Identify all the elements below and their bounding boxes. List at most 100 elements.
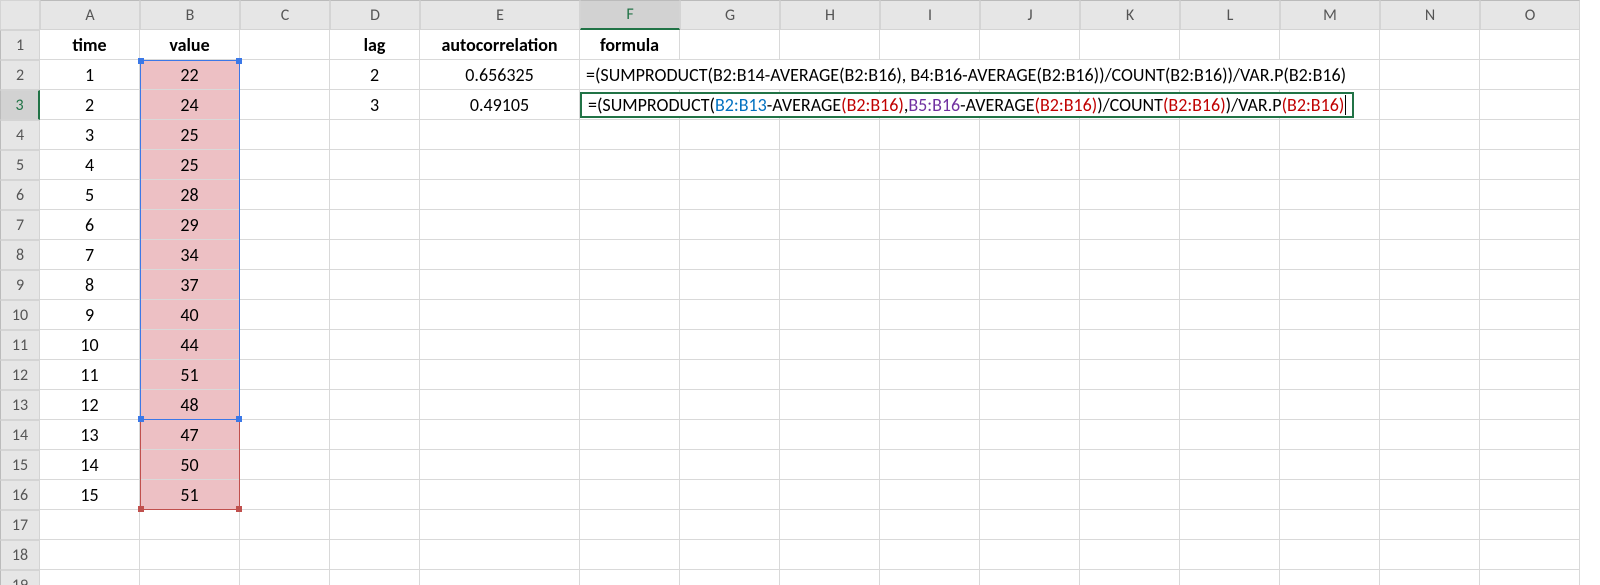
column-header-M[interactable]: M [1280,0,1380,30]
cell-C3[interactable] [240,90,330,120]
column-header-B[interactable]: B [140,0,240,30]
row-header-1[interactable]: 1 [0,30,40,60]
cell-B4[interactable]: 25 [140,120,240,150]
cell-D8[interactable] [330,240,420,270]
cell-O18[interactable] [1480,540,1580,570]
row-header-16[interactable]: 16 [0,480,40,510]
cell-C2[interactable] [240,60,330,90]
cell-C19[interactable] [240,570,330,585]
cell-C14[interactable] [240,420,330,450]
cell-J4[interactable] [980,120,1080,150]
cell-G19[interactable] [680,570,780,585]
cell-J1[interactable] [980,30,1080,60]
cell-I9[interactable] [880,270,980,300]
cell-J8[interactable] [980,240,1080,270]
cell-K16[interactable] [1080,480,1180,510]
cell-E1[interactable]: autocorrelation [420,30,580,60]
cell-H13[interactable] [780,390,880,420]
cell-G13[interactable] [680,390,780,420]
cell-D9[interactable] [330,270,420,300]
cell-C8[interactable] [240,240,330,270]
cell-C10[interactable] [240,300,330,330]
cell-O7[interactable] [1480,210,1580,240]
cell-M9[interactable] [1280,270,1380,300]
cell-L18[interactable] [1180,540,1280,570]
cell-B6[interactable]: 28 [140,180,240,210]
cell-F9[interactable] [580,270,680,300]
cell-M18[interactable] [1280,540,1380,570]
cell-O4[interactable] [1480,120,1580,150]
cell-J11[interactable] [980,330,1080,360]
cell-O9[interactable] [1480,270,1580,300]
cell-J13[interactable] [980,390,1080,420]
cell-B19[interactable] [140,570,240,585]
cell-G5[interactable] [680,150,780,180]
cell-M1[interactable] [1280,30,1380,60]
cell-E5[interactable] [420,150,580,180]
row-header-5[interactable]: 5 [0,150,40,180]
cell-A7[interactable]: 6 [40,210,140,240]
cell-G9[interactable] [680,270,780,300]
cell-N15[interactable] [1380,450,1480,480]
cell-G14[interactable] [680,420,780,450]
row-header-9[interactable]: 9 [0,270,40,300]
cell-F14[interactable] [580,420,680,450]
cell-O11[interactable] [1480,330,1580,360]
column-header-K[interactable]: K [1080,0,1180,30]
cell-A17[interactable] [40,510,140,540]
cell-J7[interactable] [980,210,1080,240]
cell-A15[interactable]: 14 [40,450,140,480]
cell-B12[interactable]: 51 [140,360,240,390]
cell-L14[interactable] [1180,420,1280,450]
cell-K1[interactable] [1080,30,1180,60]
cell-K11[interactable] [1080,330,1180,360]
cell-O19[interactable] [1480,570,1580,585]
row-header-8[interactable]: 8 [0,240,40,270]
cell-N6[interactable] [1380,180,1480,210]
cell-K15[interactable] [1080,450,1180,480]
cell-C9[interactable] [240,270,330,300]
cell-M14[interactable] [1280,420,1380,450]
cell-F17[interactable] [580,510,680,540]
cell-H19[interactable] [780,570,880,585]
cell-H15[interactable] [780,450,880,480]
cell-F6[interactable] [580,180,680,210]
column-header-F[interactable]: F [580,0,680,30]
cell-B8[interactable]: 34 [140,240,240,270]
cell-N1[interactable] [1380,30,1480,60]
cell-J18[interactable] [980,540,1080,570]
cell-D3[interactable]: 3 [330,90,420,120]
row-header-11[interactable]: 11 [0,330,40,360]
cell-M10[interactable] [1280,300,1380,330]
spreadsheet-grid[interactable]: ABCDEFGHIJKLMNO1timevaluelagautocorrelat… [0,0,1580,585]
cell-I7[interactable] [880,210,980,240]
cell-M17[interactable] [1280,510,1380,540]
cell-L11[interactable] [1180,330,1280,360]
cell-M19[interactable] [1280,570,1380,585]
cell-D12[interactable] [330,360,420,390]
cell-C5[interactable] [240,150,330,180]
cell-A12[interactable]: 11 [40,360,140,390]
cell-A19[interactable] [40,570,140,585]
cell-F15[interactable] [580,450,680,480]
cell-A16[interactable]: 15 [40,480,140,510]
cell-L17[interactable] [1180,510,1280,540]
cell-N14[interactable] [1380,420,1480,450]
cell-H18[interactable] [780,540,880,570]
cell-K12[interactable] [1080,360,1180,390]
cell-L19[interactable] [1180,570,1280,585]
cell-H1[interactable] [780,30,880,60]
row-header-15[interactable]: 15 [0,450,40,480]
cell-K7[interactable] [1080,210,1180,240]
cell-M16[interactable] [1280,480,1380,510]
cell-H14[interactable] [780,420,880,450]
cell-C17[interactable] [240,510,330,540]
cell-J17[interactable] [980,510,1080,540]
cell-D7[interactable] [330,210,420,240]
cell-D13[interactable] [330,390,420,420]
cell-L1[interactable] [1180,30,1280,60]
cell-B2[interactable]: 22 [140,60,240,90]
cell-G16[interactable] [680,480,780,510]
cell-C4[interactable] [240,120,330,150]
cell-L16[interactable] [1180,480,1280,510]
